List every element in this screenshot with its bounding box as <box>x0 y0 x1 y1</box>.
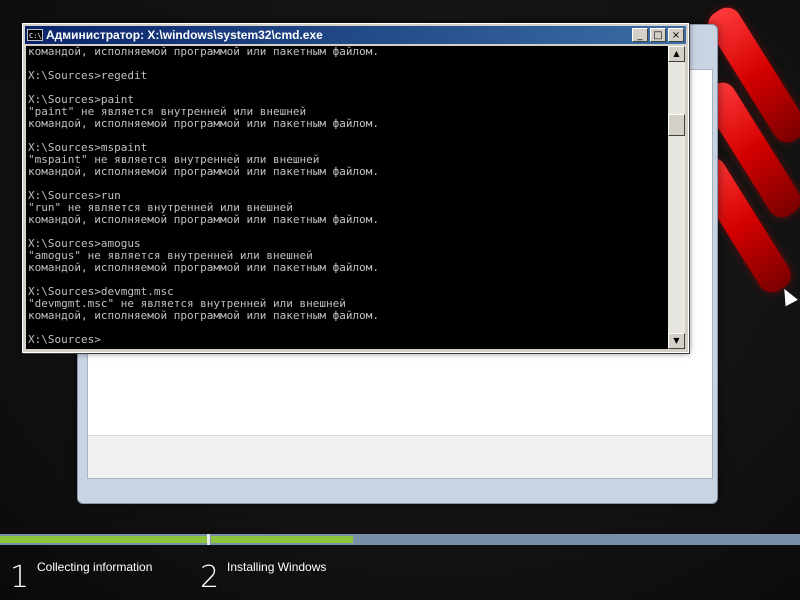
scroll-thumb[interactable] <box>668 114 685 136</box>
scroll-down-button[interactable]: ▼ <box>668 333 685 349</box>
console-prompt[interactable]: X:\Sources> <box>26 334 668 346</box>
cmd-window[interactable]: C:\ Администратор: X:\windows\system32\c… <box>22 23 689 353</box>
console-line: командой, исполняемой программой или пак… <box>28 117 379 130</box>
maximize-button[interactable]: □ <box>650 28 666 42</box>
step-label: Installing Windows <box>227 560 327 574</box>
step-number: 2 <box>200 560 220 595</box>
cmd-window-title: Администратор: X:\windows\system32\cmd.e… <box>46 28 323 42</box>
console-line: командой, исполняемой программой или пак… <box>28 309 379 322</box>
cmd-titlebar[interactable]: C:\ Администратор: X:\windows\system32\c… <box>25 26 686 44</box>
scroll-up-button[interactable]: ▲ <box>668 46 685 62</box>
step-number: 1 <box>10 560 30 595</box>
minimize-button[interactable]: _ <box>632 28 648 42</box>
close-button[interactable]: × <box>668 28 684 42</box>
step-label: Collecting information <box>37 560 153 574</box>
step2-progress-fill <box>211 536 353 543</box>
step1-progress-fill <box>0 536 207 543</box>
console-line: командой, исполняемой программой или пак… <box>28 165 379 178</box>
console-line: командой, исполняемой программой или пак… <box>28 46 379 58</box>
console-output[interactable]: командой, исполняемой программой или пак… <box>26 46 668 349</box>
progress-separator <box>207 534 210 545</box>
console-scrollbar[interactable]: ▲ ▼ <box>668 46 685 349</box>
window-controls: _ □ × <box>632 28 684 42</box>
console-line: командой, исполняемой программой или пак… <box>28 213 379 226</box>
cmd-icon[interactable]: C:\ <box>27 29 43 41</box>
console-line: X:\Sources>regedit <box>28 69 148 82</box>
console-line: командой, исполняемой программой или пак… <box>28 261 379 274</box>
setup-footer <box>88 435 712 478</box>
